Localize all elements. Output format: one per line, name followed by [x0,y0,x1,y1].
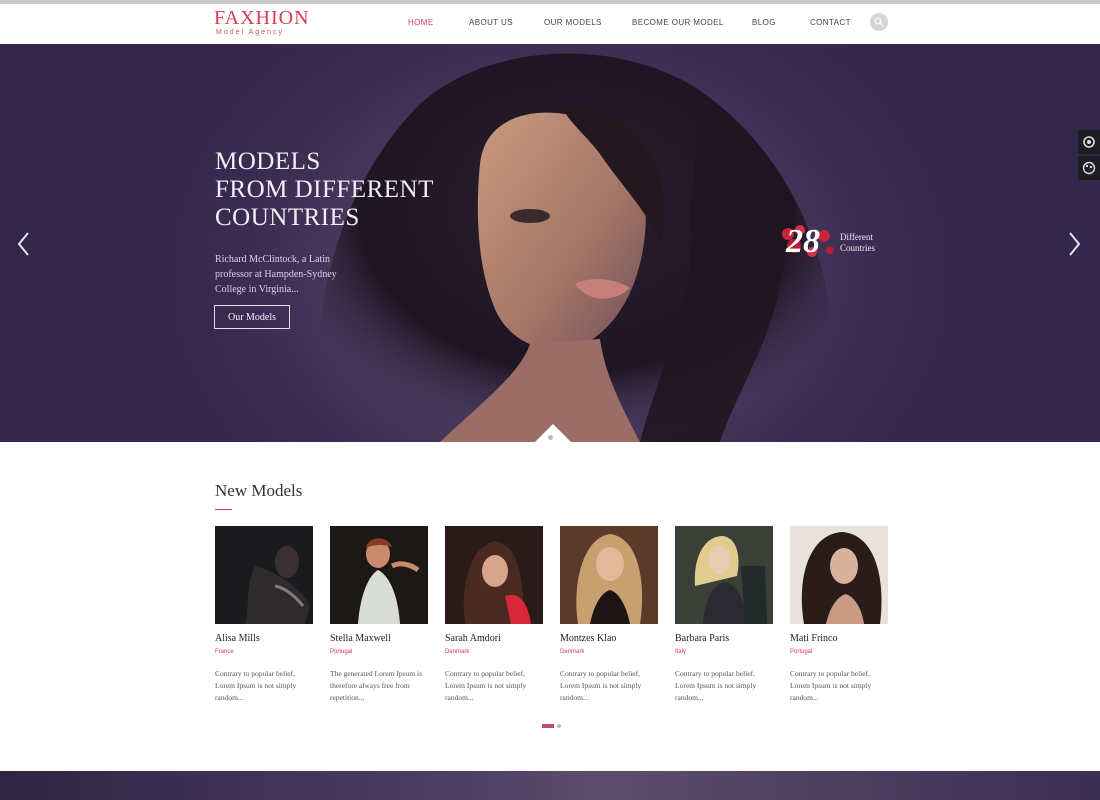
nav-blog[interactable]: BLOG [752,18,776,27]
gear-icon [1083,136,1095,148]
logo-tagline: Model Agency [216,29,284,36]
search-button[interactable] [870,13,888,31]
palette-tool-button[interactable] [1078,156,1100,180]
hero-title-line-1: MODELS [215,148,321,175]
slider-next-button[interactable] [1064,230,1084,263]
chevron-right-icon [1069,232,1081,256]
model-description: Contrary to popular belief, Lorem Ipsum … [675,669,757,702]
model-photo-image [560,526,658,624]
model-country: France [215,649,234,655]
model-name[interactable]: Alisa Mills [215,633,260,644]
model-description: The generated Lorem Ipsum is therefore a… [330,669,423,702]
side-toolbar [1078,130,1100,182]
hero-model-photo [318,53,833,442]
nav-contact[interactable]: CONTACT [810,18,851,27]
hero-slider: MODELS FROM DIFFERENT COUNTRIES Richard … [0,44,1100,442]
hero-title-line-2: FROM DIFFERENT [215,176,434,203]
our-models-button[interactable]: Our Models [214,305,290,329]
model-country: Italy [675,649,687,655]
model-photo[interactable] [790,526,888,624]
hero-bottom-notch [535,424,571,442]
logo[interactable]: FAXHION Model Agency [214,8,310,36]
settings-tool-button[interactable] [1078,130,1100,154]
model-country: Portugal [330,649,353,655]
model-name[interactable]: Mati Frinco [790,633,838,644]
nav-about-us[interactable]: ABOUT US [469,18,513,27]
model-photo-image [790,526,888,624]
model-country: Portugal [790,649,813,655]
countries-label-line-1: Different [840,232,873,242]
model-photo-image [330,526,428,624]
heading-underline [215,509,232,510]
search-icon [874,17,884,27]
model-description: Contrary to popular belief, Lorem Ipsum … [445,669,527,702]
model-description: Contrary to popular belief, Lorem Ipsum … [215,669,297,702]
model-name[interactable]: Stella Maxwell [330,633,391,644]
model-photo[interactable] [675,526,773,624]
model-photo[interactable] [560,526,658,624]
hero-title-line-3: COUNTRIES [215,204,360,231]
palette-icon [1082,161,1096,175]
model-photo-image [675,526,773,624]
model-country: Denmark [445,649,470,655]
site-header: FAXHION Model Agency HOME ABOUT US OUR M… [0,4,1100,44]
model-description: Contrary to popular belief, Lorem Ipsum … [790,669,872,702]
scroll-down-indicator[interactable] [548,435,553,440]
model-description: Contrary to popular belief, Lorem Ipsum … [560,669,642,702]
model-name[interactable]: Barbara Paris [675,633,729,644]
chevron-left-icon [17,232,29,256]
countries-count: 28 [786,223,820,260]
slider-prev-button[interactable] [14,230,34,263]
pager-dot[interactable] [557,724,561,728]
model-photo[interactable] [330,526,428,624]
nav-home[interactable]: HOME [408,18,434,27]
model-photo[interactable] [215,526,313,624]
model-country: Denmark [560,649,585,655]
countries-label-line-2: Countries [840,243,875,253]
nav-become-our-model[interactable]: BECOME OUR MODEL [632,18,724,27]
new-models-heading: New Models [215,481,303,500]
model-name[interactable]: Montzes Klao [560,633,616,644]
model-name[interactable]: Sarah Amdori [445,633,501,644]
logo-name: FAXHION [214,7,310,29]
model-photo-image [445,526,543,624]
hero-title: MODELS FROM DIFFERENT COUNTRIES [215,148,455,232]
hero-text: Richard McClintock, a Latin professor at… [215,254,337,295]
model-photo-image [215,526,313,624]
countries-badge: 28 Different Countries [778,222,893,264]
next-section-preview [0,771,1100,800]
nav-our-models[interactable]: OUR MODELS [544,18,602,27]
pager-active-indicator[interactable] [542,724,554,728]
model-photo[interactable] [445,526,543,624]
